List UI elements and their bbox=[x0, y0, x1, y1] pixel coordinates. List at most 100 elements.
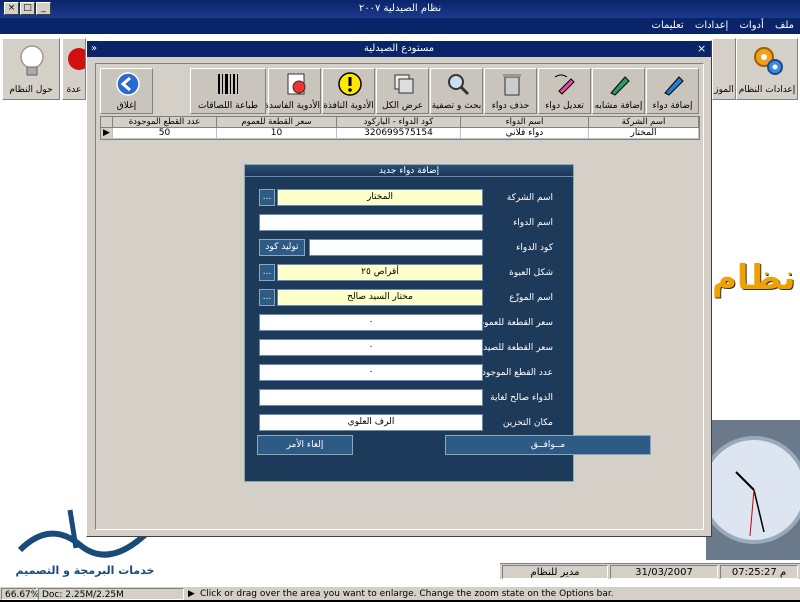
close-button[interactable]: × bbox=[4, 2, 19, 15]
distributors-button[interactable]: الموز bbox=[712, 38, 736, 100]
delete-drug-label: حذف دواء bbox=[491, 101, 530, 111]
table-cell-price[interactable]: 10 bbox=[217, 128, 337, 139]
delete-drug-button[interactable]: حذف دواء bbox=[484, 68, 537, 114]
status-user: مدير للنظام bbox=[502, 565, 608, 579]
system-settings-label: إعدادات النظام bbox=[738, 85, 796, 95]
close-window-label: إغلاق bbox=[116, 101, 137, 111]
zoom-hint: Click or drag over the area you want to … bbox=[200, 589, 614, 599]
row-indicator-header bbox=[101, 117, 113, 128]
table-cell-barcode[interactable]: 320699575154 bbox=[337, 128, 461, 139]
search-filter-label: بحث و تصفية bbox=[431, 101, 482, 111]
stop-icon bbox=[68, 48, 85, 70]
maximize-button[interactable]: □ bbox=[20, 2, 35, 15]
arrow-right-icon[interactable]: ▶ bbox=[188, 588, 195, 601]
warehouse-title: مستودع الصيدلية bbox=[363, 43, 435, 54]
company-field[interactable]: المختار bbox=[277, 189, 483, 206]
status-bar: 07:25:27 م 31/03/2007 مدير للنظام bbox=[500, 563, 800, 579]
expiry-field[interactable] bbox=[259, 389, 483, 406]
trash-icon bbox=[503, 74, 521, 96]
menu-help[interactable]: تعليمات bbox=[652, 20, 684, 31]
brand-text: نظام bbox=[712, 258, 796, 298]
show-all-button[interactable]: عرض الكل bbox=[376, 68, 429, 114]
pharmacist-price-field[interactable]: ٠ bbox=[259, 339, 483, 356]
bottom-info-bar: 66.67% Doc: 2.25M/2.25M ▶ Click or drag … bbox=[0, 586, 800, 600]
storage-label: مكان التخزين bbox=[502, 418, 553, 428]
search-filter-button[interactable]: بحث و تصفية bbox=[430, 68, 483, 114]
menu-file[interactable]: ملف bbox=[775, 20, 794, 31]
row-indicator[interactable]: ▶ bbox=[101, 128, 113, 139]
gears-icon bbox=[754, 47, 783, 75]
quantity-field[interactable]: ٠ bbox=[259, 364, 483, 381]
about-button[interactable]: حول النظام bbox=[2, 38, 60, 100]
col-header-quantity[interactable]: عدد القطع الموجودة bbox=[113, 117, 217, 128]
table-cell-company[interactable]: المختار bbox=[589, 128, 699, 139]
dialog-form: اسم الشركة المختار ... اسم الدواء كود ال… bbox=[251, 181, 567, 431]
warehouse-close-icon[interactable]: × bbox=[697, 42, 706, 56]
expired-drugs-button[interactable]: الأدوية الفاسدة bbox=[264, 68, 321, 114]
edit-icon bbox=[554, 74, 575, 95]
desktop: نظام الصيدلية ٢٠٠٧ × □ _ ملف أدوات إعداد… bbox=[0, 0, 800, 586]
public-price-field[interactable]: ٠ bbox=[259, 314, 483, 331]
generate-code-button[interactable]: توليد كود bbox=[259, 239, 305, 256]
edit-drug-label: تعديل دواء bbox=[545, 101, 584, 111]
drugs-table: عدد القطع الموجودة سعر القطعة للعموم كود… bbox=[100, 116, 700, 140]
warehouse-system-menu-icon[interactable]: » bbox=[91, 42, 97, 56]
warehouse-panel: إضافة دواء إضافة مشابه تعديل دواء حذف دو… bbox=[95, 63, 704, 530]
dialog-title: إضافة دواء جديد bbox=[245, 165, 573, 177]
zoom-level[interactable]: 66.67% bbox=[1, 588, 39, 600]
close-window-button[interactable]: إغلاق bbox=[100, 68, 153, 114]
system-settings-button[interactable]: إعدادات النظام bbox=[736, 38, 798, 100]
col-header-drug-name[interactable]: اسم الدواء bbox=[461, 117, 589, 128]
warehouse-window: مستودع الصيدلية × » إضافة دواء إضافة مشا… bbox=[86, 40, 712, 537]
distributor-label: اسم الموزّع bbox=[509, 293, 553, 303]
warehouse-title-bar: مستودع الصيدلية bbox=[87, 41, 711, 57]
lightbulb-icon bbox=[20, 45, 44, 76]
add-drug-label: إضافة دواء bbox=[652, 101, 693, 111]
clock-icon bbox=[706, 436, 800, 544]
company-label: اسم الشركة bbox=[506, 193, 553, 203]
logo-text: خدمات البرمجة و التصميم bbox=[15, 564, 155, 577]
drug-code-field[interactable] bbox=[309, 239, 483, 256]
col-header-barcode[interactable]: كود الدواء - الباركود bbox=[337, 117, 461, 128]
about-label: حول النظام bbox=[9, 85, 53, 95]
add-similar-label: إضافة مشابه bbox=[594, 101, 643, 111]
col-header-company[interactable]: اسم الشركة bbox=[589, 117, 699, 128]
minimize-button[interactable]: _ bbox=[36, 2, 51, 15]
add-drug-button[interactable]: إضافة دواء bbox=[646, 68, 699, 114]
effective-drugs-button[interactable]: الأدوية النافذة bbox=[322, 68, 375, 114]
storage-field[interactable]: الرف العلوي bbox=[259, 414, 483, 431]
menu-settings[interactable]: إعدادات bbox=[695, 20, 728, 31]
table-cell-quantity[interactable]: 50 bbox=[113, 128, 217, 139]
main-window-title: نظام الصيدلية ٢٠٠٧ bbox=[0, 0, 800, 18]
pharmacist-price-label: سعر القطعة للصيدلي bbox=[472, 343, 553, 353]
add-similar-button[interactable]: إضافة مشابه bbox=[592, 68, 645, 114]
expiry-label: الدواء صالح لغاية bbox=[490, 393, 553, 403]
stop-button[interactable]: عدة bbox=[62, 38, 86, 100]
ok-button[interactable]: مــوافــق bbox=[445, 435, 651, 455]
status-date: 31/03/2007 bbox=[610, 565, 718, 579]
effective-drugs-label: الأدوية النافذة bbox=[323, 101, 374, 111]
menu-tools[interactable]: أدوات bbox=[740, 20, 764, 31]
drug-name-field[interactable] bbox=[259, 214, 483, 231]
back-arrow-icon bbox=[116, 72, 140, 96]
add-drug-dialog: إضافة دواء جديد اسم الشركة المختار ... ا… bbox=[244, 164, 651, 482]
analog-clock bbox=[706, 420, 800, 560]
col-header-price[interactable]: سعر القطعة للعموم bbox=[217, 117, 337, 128]
package-form-field[interactable]: أقراص ٢٥ bbox=[277, 264, 483, 281]
stop-label: عدة bbox=[66, 85, 82, 95]
edit-drug-button[interactable]: تعديل دواء bbox=[538, 68, 591, 114]
expired-drugs-label: الأدوية الفاسدة bbox=[264, 101, 320, 111]
company-browse-button[interactable]: ... bbox=[259, 189, 275, 206]
quantity-label: عدد القطع الموجودة bbox=[477, 368, 553, 378]
print-labels-button[interactable]: طباعة اللصاقات bbox=[190, 68, 266, 114]
cancel-button[interactable]: إلغاء الأمر bbox=[257, 435, 353, 455]
status-time: 07:25:27 م bbox=[720, 565, 798, 579]
table-cell-drug-name[interactable]: دواء فلاني bbox=[461, 128, 589, 139]
distributor-field[interactable]: مختار السيد صالح bbox=[277, 289, 483, 306]
distributor-browse-button[interactable]: ... bbox=[259, 289, 275, 306]
menu-bar: ملف أدوات إعدادات تعليمات bbox=[0, 18, 800, 34]
package-form-browse-button[interactable]: ... bbox=[259, 264, 275, 281]
pen-icon bbox=[664, 76, 684, 96]
magnifier-icon bbox=[448, 74, 470, 96]
barcode-icon bbox=[218, 74, 238, 94]
